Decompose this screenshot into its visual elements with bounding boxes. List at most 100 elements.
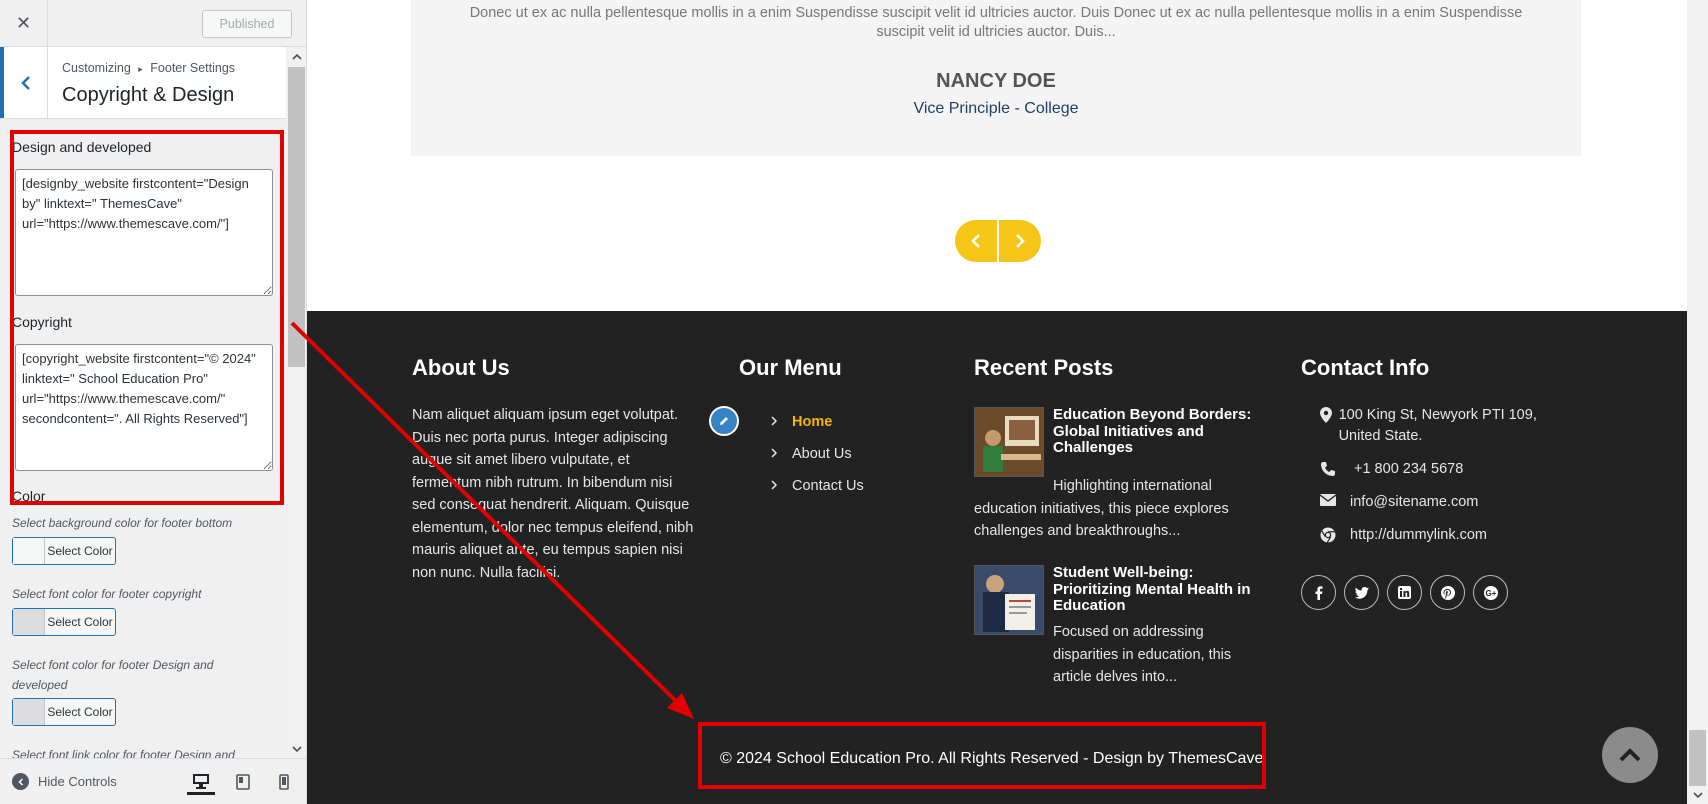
slider-prev-button[interactable] [955,220,997,262]
hide-controls-button[interactable]: Hide Controls [12,773,117,790]
svg-text:G+: G+ [1485,589,1496,598]
mobile-icon[interactable] [270,769,298,795]
about-text: Nam aliquet aliquam ipsum eget volutpat.… [412,407,694,581]
post-thumbnail[interactable] [974,407,1044,477]
google-plus-icon[interactable]: G+ [1473,575,1508,610]
menu-item-about[interactable]: About Us [770,438,864,470]
post-excerpt: Focused on addressing disparities in edu… [1053,624,1232,685]
close-icon: ✕ [15,13,32,34]
sidebar-scroll-thumb[interactable] [288,67,305,367]
design-developed-label: Design and developed [12,139,152,155]
close-customizer-button[interactable]: ✕ [0,0,48,47]
edit-shortcut-button[interactable] [709,406,739,436]
recent-posts-heading: Recent Posts [974,355,1114,380]
footer-copyright-font-description: Select font color for footer copyright [12,587,202,601]
contact-website-text[interactable]: http://dummylink.com [1350,525,1487,546]
footer-menu: Home About Us Contact Us [770,406,864,502]
linkedin-icon[interactable] [1387,575,1422,610]
section-header: Customizing ▸ Footer Settings Copyright … [0,47,286,119]
color-section-label: Color [12,488,46,504]
contact-website: http://dummylink.com [1320,525,1487,546]
copyright-textarea[interactable]: [copyright_website firstcontent="© 2024"… [15,344,273,471]
contact-heading: Contact Info [1301,355,1430,380]
testimonial-card: Donec ut ex ac nulla pellentesque mollis… [411,0,1581,156]
preview-scrollbar[interactable] [1687,0,1708,804]
chevron-right-icon [770,414,792,430]
published-button[interactable]: Published [202,10,292,38]
slider-next-button[interactable] [999,220,1041,262]
copyright-year: © 2024 [720,750,772,767]
chevron-right-icon [770,478,792,494]
menu-item-home[interactable]: Home [770,406,864,438]
facebook-icon[interactable] [1301,575,1336,610]
pinterest-icon[interactable] [1430,575,1465,610]
site-footer: About Us Nam aliquet aliquam ipsum eget … [307,311,1687,804]
select-color-label: Select Color [47,705,113,719]
about-heading: About Us [412,355,510,380]
menu-item-label: About Us [792,446,852,462]
breadcrumb-separator: ▸ [138,64,143,74]
recent-post-item: Education Beyond Borders: Global Initiat… [974,406,1254,547]
site-preview: Donec ut ex ac nulla pellentesque mollis… [307,0,1687,804]
design-by-link[interactable]: ThemesCave [1164,750,1263,767]
customizer-header: ✕ Published [0,0,306,47]
pencil-icon [720,417,728,425]
footer-copyright-font-color-button[interactable]: Select Color [12,608,116,636]
chevron-up-icon [1619,748,1641,762]
color-swatch [13,538,45,564]
footer-bottom-bg-color-button[interactable]: Select Color [12,537,116,565]
phone-icon [1320,459,1354,477]
back-button[interactable] [0,47,48,118]
contact-email: info@sitename.com [1320,492,1478,513]
post-title[interactable]: Education Beyond Borders: Global Initiat… [1053,406,1253,457]
breadcrumb: Customizing ▸ Footer Settings [62,61,235,75]
select-color-label: Select Color [47,544,113,558]
menu-heading: Our Menu [739,355,842,380]
contact-phone-text[interactable]: +1 800 234 5678 [1354,459,1463,480]
customizer-sidebar: ✕ Published Customizing ▸ Footer Setting… [0,0,307,804]
chevron-right-icon [770,446,792,462]
design-by-text: Design by [1092,750,1165,767]
testimonial-role: Vice Principle - College [913,100,1079,117]
contact-email-text[interactable]: info@sitename.com [1350,492,1478,513]
chevron-right-icon [1016,234,1025,248]
menu-item-label: Contact Us [792,478,864,494]
social-links: G+ [1301,575,1508,610]
testimonial-slider-nav [955,220,1041,262]
contact-address: 100 King St, Newyork PTI 109, United Sta… [1320,405,1560,447]
post-excerpt: Highlighting international education ini… [974,478,1229,539]
chevron-left-icon [971,234,980,248]
footer-bottom-bg-description: Select background color for footer botto… [12,516,233,530]
chrome-icon [1320,525,1350,543]
recent-post-item: Student Well-being: Prioritizing Mental … [974,564,1254,695]
scroll-down-arrow-icon[interactable] [1687,786,1708,804]
back-to-top-button[interactable] [1602,727,1658,783]
testimonial-name: NANCY DOE [936,70,1056,92]
desktop-icon[interactable] [187,769,215,795]
contact-phone: +1 800 234 5678 [1320,459,1463,480]
copyright-rights: . All Rights Reserved [930,750,1079,767]
color-swatch [13,609,45,635]
breadcrumb-customizing: Customizing [62,61,131,75]
menu-item-label: Home [792,414,833,430]
copyright-label: Copyright [12,314,72,330]
scroll-up-arrow-icon[interactable] [286,47,306,65]
preview-scroll-thumb[interactable] [1689,730,1706,786]
scroll-down-arrow-icon[interactable] [286,740,306,758]
map-pin-icon [1320,405,1339,423]
post-title[interactable]: Student Well-being: Prioritizing Mental … [1053,564,1253,615]
hide-controls-label: Hide Controls [38,774,117,789]
color-swatch [13,699,45,725]
twitter-icon[interactable] [1344,575,1379,610]
design-developed-textarea[interactable]: [designby_website firstcontent="Design b… [15,169,273,296]
footer-design-link-description: Select font link color for footer Design… [12,748,235,759]
contact-address-text: 100 King St, Newyork PTI 109, United Sta… [1338,407,1537,444]
copyright-site-link[interactable]: School Education Pro [772,750,930,767]
customizer-footer: Hide Controls [0,758,306,804]
menu-item-contact[interactable]: Contact Us [770,470,864,502]
tablet-icon[interactable] [229,769,257,795]
envelope-icon [1320,492,1350,506]
footer-design-font-color-button[interactable]: Select Color [12,698,116,726]
footer-design-font-description: Select font color for footer Design and … [12,658,214,692]
sidebar-scrollbar[interactable] [286,47,306,758]
